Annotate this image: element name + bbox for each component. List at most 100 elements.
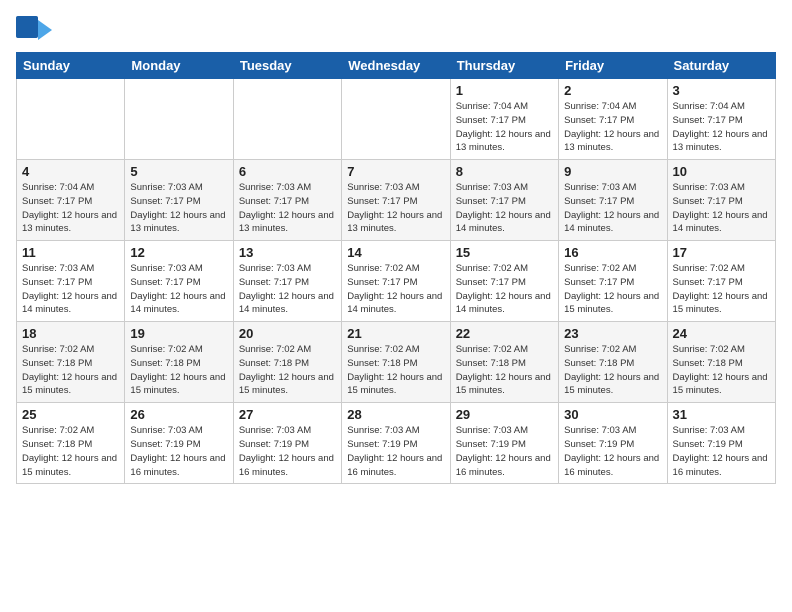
day-number: 5	[130, 164, 227, 179]
calendar-cell: 16 Sunrise: 7:02 AM Sunset: 7:17 PM Dayli…	[559, 241, 667, 322]
logo	[16, 16, 56, 44]
day-info: Sunrise: 7:03 AM Sunset: 7:17 PM Dayligh…	[130, 181, 227, 236]
day-info: Sunrise: 7:03 AM Sunset: 7:17 PM Dayligh…	[456, 181, 553, 236]
day-number: 13	[239, 245, 336, 260]
calendar-cell	[17, 79, 125, 160]
calendar-cell: 21Sunrise: 7:02 AM Sunset: 7:18 PM Dayli…	[342, 322, 450, 403]
day-info: Sunrise: 7:02 AM Sunset: 7:17 PM Dayligh…	[564, 262, 661, 317]
weekday-header: Saturday	[667, 53, 775, 79]
day-number: 22	[456, 326, 553, 341]
day-number: 9	[564, 164, 661, 179]
day-number: 18	[22, 326, 119, 341]
header	[16, 16, 776, 44]
day-number: 1	[456, 83, 553, 98]
calendar-week-row: 4 Sunrise: 7:04 AM Sunset: 7:17 PM Daylig…	[17, 160, 776, 241]
day-number: 14	[347, 245, 444, 260]
day-number: 2	[564, 83, 661, 98]
calendar-cell: 5 Sunrise: 7:03 AM Sunset: 7:17 PM Daylig…	[125, 160, 233, 241]
day-info: Sunrise: 7:03 AM Sunset: 7:17 PM Dayligh…	[564, 181, 661, 236]
day-info: Sunrise: 7:03 AM Sunset: 7:19 PM Dayligh…	[130, 424, 227, 479]
calendar-cell	[125, 79, 233, 160]
calendar-cell: 4 Sunrise: 7:04 AM Sunset: 7:17 PM Daylig…	[17, 160, 125, 241]
weekday-header: Tuesday	[233, 53, 341, 79]
day-info: Sunrise: 7:03 AM Sunset: 7:19 PM Dayligh…	[347, 424, 444, 479]
day-info: Sunrise: 7:02 AM Sunset: 7:17 PM Dayligh…	[347, 262, 444, 317]
day-info: Sunrise: 7:02 AM Sunset: 7:18 PM Dayligh…	[239, 343, 336, 398]
calendar-cell: 7Sunrise: 7:03 AM Sunset: 7:17 PM Daylig…	[342, 160, 450, 241]
day-number: 3	[673, 83, 770, 98]
day-number: 8	[456, 164, 553, 179]
calendar-cell	[233, 79, 341, 160]
day-info: Sunrise: 7:02 AM Sunset: 7:18 PM Dayligh…	[22, 424, 119, 479]
day-number: 25	[22, 407, 119, 422]
weekday-header: Thursday	[450, 53, 558, 79]
day-number: 27	[239, 407, 336, 422]
calendar-cell: 28 Sunrise: 7:03 AM Sunset: 7:19 PM Dayli…	[342, 403, 450, 484]
calendar-cell	[342, 79, 450, 160]
day-info: Sunrise: 7:03 AM Sunset: 7:19 PM Dayligh…	[673, 424, 770, 479]
logo-icon	[16, 16, 52, 44]
calendar-cell: 14 Sunrise: 7:02 AM Sunset: 7:17 PM Dayli…	[342, 241, 450, 322]
day-number: 23	[564, 326, 661, 341]
calendar-cell: 10Sunrise: 7:03 AM Sunset: 7:17 PM Dayli…	[667, 160, 775, 241]
weekday-header: Monday	[125, 53, 233, 79]
day-number: 4	[22, 164, 119, 179]
day-info: Sunrise: 7:02 AM Sunset: 7:17 PM Dayligh…	[456, 262, 553, 317]
calendar-cell: 8 Sunrise: 7:03 AM Sunset: 7:17 PM Daylig…	[450, 160, 558, 241]
calendar-cell: 2 Sunrise: 7:04 AM Sunset: 7:17 PM Daylig…	[559, 79, 667, 160]
day-info: Sunrise: 7:02 AM Sunset: 7:18 PM Dayligh…	[564, 343, 661, 398]
calendar-cell: 6 Sunrise: 7:03 AM Sunset: 7:17 PM Daylig…	[233, 160, 341, 241]
day-number: 15	[456, 245, 553, 260]
day-number: 6	[239, 164, 336, 179]
calendar-cell: 24Sunrise: 7:02 AM Sunset: 7:18 PM Dayli…	[667, 322, 775, 403]
day-info: Sunrise: 7:02 AM Sunset: 7:17 PM Dayligh…	[673, 262, 770, 317]
day-info: Sunrise: 7:03 AM Sunset: 7:17 PM Dayligh…	[22, 262, 119, 317]
day-number: 24	[673, 326, 770, 341]
day-number: 29	[456, 407, 553, 422]
weekday-header: Wednesday	[342, 53, 450, 79]
calendar-cell: 13 Sunrise: 7:03 AM Sunset: 7:17 PM Dayli…	[233, 241, 341, 322]
calendar-cell: 29 Sunrise: 7:03 AM Sunset: 7:19 PM Dayli…	[450, 403, 558, 484]
day-number: 16	[564, 245, 661, 260]
calendar-cell: 25 Sunrise: 7:02 AM Sunset: 7:18 PM Dayli…	[17, 403, 125, 484]
calendar-cell: 31Sunrise: 7:03 AM Sunset: 7:19 PM Dayli…	[667, 403, 775, 484]
day-info: Sunrise: 7:03 AM Sunset: 7:17 PM Dayligh…	[239, 262, 336, 317]
day-info: Sunrise: 7:03 AM Sunset: 7:17 PM Dayligh…	[130, 262, 227, 317]
day-number: 30	[564, 407, 661, 422]
day-number: 7	[347, 164, 444, 179]
day-info: Sunrise: 7:03 AM Sunset: 7:17 PM Dayligh…	[239, 181, 336, 236]
day-info: Sunrise: 7:02 AM Sunset: 7:18 PM Dayligh…	[22, 343, 119, 398]
day-number: 19	[130, 326, 227, 341]
calendar-cell: 3 Sunrise: 7:04 AM Sunset: 7:17 PM Daylig…	[667, 79, 775, 160]
weekday-header: Friday	[559, 53, 667, 79]
calendar-cell: 19 Sunrise: 7:02 AM Sunset: 7:18 PM Dayli…	[125, 322, 233, 403]
calendar-cell: 17 Sunrise: 7:02 AM Sunset: 7:17 PM Dayli…	[667, 241, 775, 322]
calendar-cell: 30 Sunrise: 7:03 AM Sunset: 7:19 PM Dayli…	[559, 403, 667, 484]
calendar-table: SundayMondayTuesdayWednesdayThursdayFrid…	[16, 52, 776, 484]
calendar-cell: 22 Sunrise: 7:02 AM Sunset: 7:18 PM Dayli…	[450, 322, 558, 403]
day-number: 12	[130, 245, 227, 260]
calendar-cell: 9 Sunrise: 7:03 AM Sunset: 7:17 PM Daylig…	[559, 160, 667, 241]
calendar-header-row: SundayMondayTuesdayWednesdayThursdayFrid…	[17, 53, 776, 79]
day-info: Sunrise: 7:03 AM Sunset: 7:19 PM Dayligh…	[456, 424, 553, 479]
day-info: Sunrise: 7:03 AM Sunset: 7:19 PM Dayligh…	[564, 424, 661, 479]
day-info: Sunrise: 7:02 AM Sunset: 7:18 PM Dayligh…	[347, 343, 444, 398]
day-number: 17	[673, 245, 770, 260]
day-number: 11	[22, 245, 119, 260]
day-number: 28	[347, 407, 444, 422]
day-number: 26	[130, 407, 227, 422]
calendar-cell: 23 Sunrise: 7:02 AM Sunset: 7:18 PM Dayli…	[559, 322, 667, 403]
calendar-cell: 18 Sunrise: 7:02 AM Sunset: 7:18 PM Dayli…	[17, 322, 125, 403]
calendar-week-row: 25 Sunrise: 7:02 AM Sunset: 7:18 PM Dayli…	[17, 403, 776, 484]
day-info: Sunrise: 7:04 AM Sunset: 7:17 PM Dayligh…	[564, 100, 661, 155]
day-info: Sunrise: 7:04 AM Sunset: 7:17 PM Dayligh…	[673, 100, 770, 155]
calendar-cell: 11 Sunrise: 7:03 AM Sunset: 7:17 PM Dayli…	[17, 241, 125, 322]
day-info: Sunrise: 7:03 AM Sunset: 7:17 PM Dayligh…	[673, 181, 770, 236]
day-info: Sunrise: 7:02 AM Sunset: 7:18 PM Dayligh…	[130, 343, 227, 398]
calendar-cell: 1Sunrise: 7:04 AM Sunset: 7:17 PM Daylig…	[450, 79, 558, 160]
day-number: 20	[239, 326, 336, 341]
calendar-cell: 20 Sunrise: 7:02 AM Sunset: 7:18 PM Dayli…	[233, 322, 341, 403]
calendar-cell: 27Sunrise: 7:03 AM Sunset: 7:19 PM Dayli…	[233, 403, 341, 484]
day-info: Sunrise: 7:02 AM Sunset: 7:18 PM Dayligh…	[456, 343, 553, 398]
day-info: Sunrise: 7:04 AM Sunset: 7:17 PM Dayligh…	[22, 181, 119, 236]
